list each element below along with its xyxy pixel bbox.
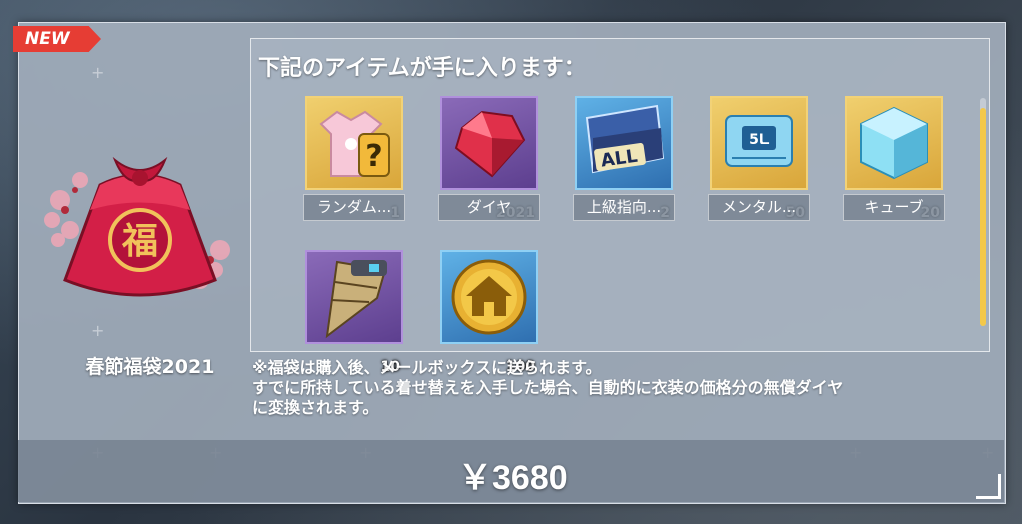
item-advanced-ticket[interactable]: ALL 2 上級指向... bbox=[573, 96, 675, 224]
svg-text:福: 福 bbox=[121, 221, 158, 262]
svg-text:?: ? bbox=[365, 139, 382, 174]
item-diamond[interactable]: 2021 ダイヤ bbox=[438, 96, 540, 224]
new-badge: NEW bbox=[13, 26, 101, 52]
item-label: ダイヤ bbox=[438, 194, 540, 221]
item-label: 上級指向... bbox=[573, 194, 675, 221]
home-coin-icon bbox=[440, 250, 538, 344]
item-cube[interactable]: 20 キューブ bbox=[843, 96, 945, 224]
decor-plus: + bbox=[91, 63, 105, 82]
corner-decoration bbox=[976, 474, 1001, 499]
item-random-costume[interactable]: ? 1 ランダム... bbox=[303, 96, 405, 224]
item-label: ランダム... bbox=[303, 194, 405, 221]
svg-text:ـا5: ـا5 bbox=[749, 132, 769, 148]
note-line: に変換されます。 bbox=[252, 398, 379, 417]
item-mental-chip[interactable]: ـا5 50 メンタル... bbox=[708, 96, 810, 224]
item-label: メンタル... bbox=[708, 194, 810, 221]
svg-text:ALL: ALL bbox=[599, 146, 638, 172]
advanced-ticket-icon: ALL bbox=[575, 96, 673, 190]
note-line: すでに所持している着せ替えを入手した場合、自動的に衣装の価格分の無償ダイヤ bbox=[252, 378, 844, 397]
lucky-bag-icon: 福 bbox=[44, 156, 230, 297]
mental-chip-icon: ـا5 bbox=[710, 96, 808, 190]
drill-icon bbox=[305, 250, 403, 344]
product-title: 春節福袋2021 bbox=[85, 356, 215, 378]
diamond-icon bbox=[440, 96, 538, 190]
purchase-notes: ※福袋は購入後、メールボックスに送られます。 すでに所持している着せ替えを入手し… bbox=[252, 358, 992, 418]
item-label: キューブ bbox=[843, 194, 945, 221]
random-costume-icon: ? bbox=[305, 96, 403, 190]
items-heading: 下記のアイテムが手に入ります： bbox=[258, 56, 586, 81]
decor-plus: + bbox=[91, 321, 105, 340]
note-line: ※福袋は購入後、メールボックスに送られます。 bbox=[252, 358, 602, 377]
price-label: ￥3680 bbox=[458, 459, 568, 497]
cube-icon bbox=[845, 96, 943, 190]
scrollbar-thumb[interactable] bbox=[980, 108, 986, 326]
